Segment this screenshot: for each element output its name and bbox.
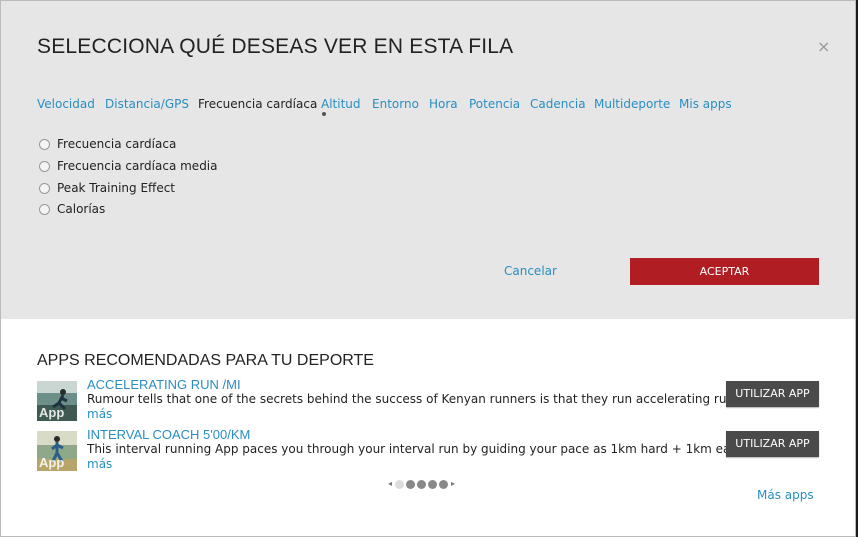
apps-pager: ◂ ▸	[386, 478, 457, 490]
radio-button[interactable]	[39, 182, 50, 194]
option-label: Frecuencia cardíaca media	[57, 159, 218, 173]
tab-cadencia[interactable]: Cadencia	[530, 97, 586, 111]
tab-mis-apps[interactable]: Mis apps	[679, 97, 732, 111]
tab-hora[interactable]: Hora	[429, 97, 458, 111]
app-thumb-label: App	[39, 405, 64, 420]
pager-dot[interactable]	[395, 479, 404, 489]
app-description: This interval running App paces you thro…	[87, 442, 744, 456]
option-calorias[interactable]: Calorías	[39, 201, 105, 217]
accept-button[interactable]: ACEPTAR	[630, 258, 819, 285]
radio-button[interactable]	[39, 203, 50, 215]
radio-button[interactable]	[39, 160, 50, 172]
option-frecuencia-cardiaca[interactable]: Frecuencia cardíaca	[39, 136, 176, 152]
option-label: Peak Training Effect	[57, 181, 176, 195]
pager-next-icon[interactable]: ▸	[449, 479, 457, 489]
pager-dot[interactable]	[417, 479, 426, 489]
tab-velocidad[interactable]: Velocidad	[37, 97, 95, 111]
option-label: Calorías	[57, 202, 106, 216]
use-app-button[interactable]: UTILIZAR APP	[726, 431, 819, 457]
option-label: Frecuencia cardíaca	[57, 137, 177, 151]
app-more-link[interactable]: más	[87, 457, 112, 471]
tab-entorno[interactable]: Entorno	[372, 97, 419, 111]
app-thumbnail[interactable]: App	[37, 381, 77, 421]
pager-dot[interactable]	[406, 479, 415, 489]
app-thumb-label: App	[39, 455, 64, 470]
tab-distancia-gps[interactable]: Distancia/GPS	[105, 97, 189, 111]
tab-frecuencia-cardiaca[interactable]: Frecuencia cardíaca	[198, 97, 317, 111]
app-thumbnail[interactable]: App	[37, 431, 77, 471]
more-apps-link[interactable]: Más apps	[757, 488, 814, 502]
app-item: App INTERVAL COACH 5'00/KM This interval…	[37, 427, 819, 473]
tab-hover-indicator	[322, 112, 326, 116]
tab-multideporte[interactable]: Multideporte	[594, 97, 670, 111]
pager-dot[interactable]	[428, 479, 437, 489]
option-peak-training-effect[interactable]: Peak Training Effect	[39, 180, 175, 196]
tab-potencia[interactable]: Potencia	[469, 97, 520, 111]
dialog-title: SELECCIONA QUÉ DESEAS VER EN ESTA FILA	[37, 35, 514, 58]
option-frecuencia-cardiaca-media[interactable]: Frecuencia cardíaca media	[39, 158, 218, 174]
apps-section-title: APPS RECOMENDADAS PARA TU DEPORTE	[37, 352, 374, 369]
selection-panel: SELECCIONA QUÉ DESEAS VER EN ESTA FILA ×…	[1, 1, 855, 319]
app-name-link[interactable]: ACCELERATING RUN /MI	[87, 377, 241, 392]
use-app-button[interactable]: UTILIZAR APP	[726, 381, 819, 407]
app-more-link[interactable]: más	[87, 407, 112, 421]
close-icon[interactable]: ×	[817, 39, 833, 55]
app-item: App ACCELERATING RUN /MI Rumour tells th…	[37, 377, 819, 423]
cancel-button[interactable]: Cancelar	[504, 264, 557, 278]
app-name-link[interactable]: INTERVAL COACH 5'00/KM	[87, 427, 250, 442]
pager-prev-icon[interactable]: ◂	[386, 479, 394, 489]
app-description: Rumour tells that one of the secrets beh…	[87, 392, 745, 406]
tab-altitud[interactable]: Altitud	[321, 97, 361, 111]
pager-dot[interactable]	[439, 479, 448, 489]
select-row-dialog: SELECCIONA QUÉ DESEAS VER EN ESTA FILA ×…	[0, 0, 856, 537]
radio-button[interactable]	[39, 138, 50, 150]
